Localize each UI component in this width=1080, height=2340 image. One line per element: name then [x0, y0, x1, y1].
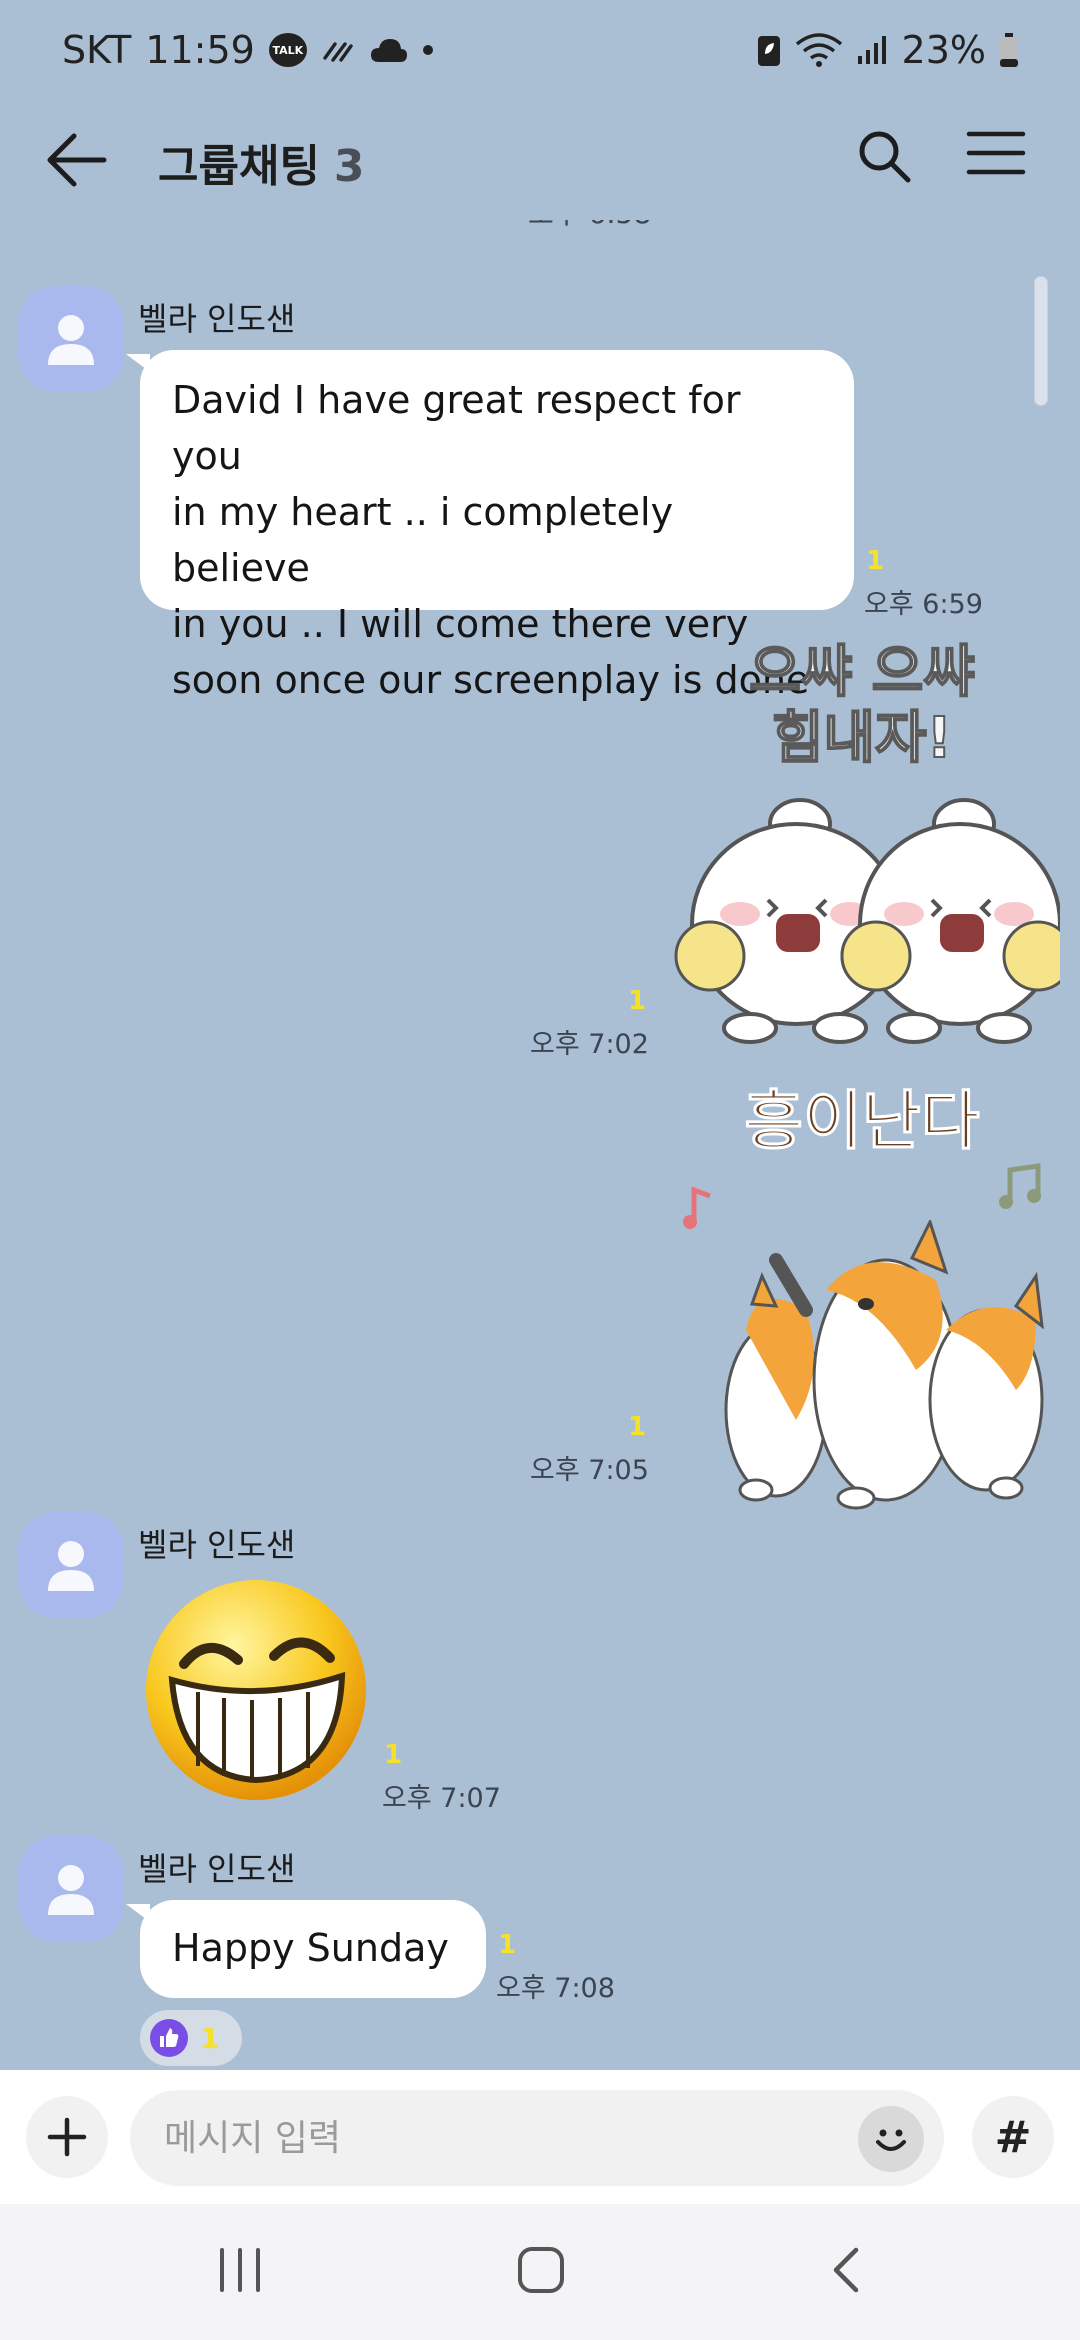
- menu-button[interactable]: [966, 128, 1026, 182]
- sender-name: 벨라 인도샌: [138, 300, 296, 338]
- clock: 11:59: [145, 28, 255, 72]
- music-note-icon: [999, 1163, 1041, 1209]
- unread-count: 1: [628, 1412, 647, 1442]
- chat-header: 그룹채팅 3: [0, 100, 1080, 220]
- message-text: Happy Sunday: [172, 1926, 449, 1970]
- hashtag-search-button[interactable]: #: [972, 2096, 1054, 2178]
- hash-label: #: [994, 2111, 1032, 2163]
- message-composer: #: [0, 2070, 1080, 2204]
- scrollbar[interactable]: [1034, 276, 1048, 406]
- grinning-face-icon: [146, 1580, 366, 1800]
- battery-saver-icon: [757, 36, 780, 66]
- home-button[interactable]: [516, 2244, 566, 2300]
- back-button[interactable]: [44, 130, 110, 190]
- talk-notification-icon: TALK: [268, 33, 307, 67]
- bunny-cheer-illustration: [674, 798, 1060, 1044]
- wifi-icon: [795, 33, 842, 67]
- chat-message-list[interactable]: 오후 6:58 벨라 인도샌 David I have great respec…: [0, 220, 1080, 2070]
- talk-badge-label: TALK: [272, 43, 304, 57]
- message-input[interactable]: [130, 2090, 944, 2186]
- reaction-count: 1: [200, 2021, 220, 2055]
- message-time: 오후 7:05: [530, 1455, 649, 1486]
- back-arrow-icon: [47, 133, 107, 187]
- dance-sticker[interactable]: 흥이난다: [676, 1070, 1076, 1510]
- recent-apps-icon: [220, 2248, 260, 2292]
- unread-count: 1: [384, 1740, 403, 1770]
- unread-count: 1: [628, 986, 647, 1016]
- cheer-sticker[interactable]: 으쌰 으쌰 힘내자!: [660, 639, 1060, 1060]
- status-right: 23%: [756, 28, 1020, 72]
- emoticon[interactable]: [142, 1576, 370, 1804]
- default-profile-icon: [48, 315, 94, 365]
- message-time: 오후 7:02: [530, 1029, 649, 1060]
- smile-icon: [876, 2129, 906, 2151]
- message-time: 오후 7:08: [496, 1973, 615, 2004]
- message-time: 오후 7:07: [382, 1783, 501, 1814]
- cloud-icon: [370, 39, 407, 62]
- sticker-caption: 흥이난다: [744, 1085, 981, 1160]
- avatar[interactable]: [18, 1836, 124, 1942]
- thumbs-up-icon: [150, 2019, 188, 2057]
- status-bar: SKT 11:59 TALK 23%: [0, 0, 1080, 100]
- corgi-dance-illustration: [724, 1220, 1044, 1510]
- chat-title: 그룹채팅 3: [158, 130, 365, 194]
- system-back-button[interactable]: [826, 2244, 866, 2300]
- back-chevron-icon: [833, 2247, 859, 2293]
- chat-room-name: 그룹채팅: [158, 141, 320, 192]
- battery-percent: 23%: [901, 28, 986, 72]
- search-icon: [859, 131, 911, 183]
- sticker-caption-line: 으쌰 으쌰: [748, 639, 976, 706]
- sticker-caption: 으쌰 으쌰 힘내자!: [712, 639, 1012, 772]
- battery-icon: [1000, 33, 1018, 67]
- recent-apps-button[interactable]: [216, 2244, 264, 2300]
- notification-dot-icon: [422, 45, 433, 55]
- hamburger-menu-icon: [966, 131, 1026, 175]
- avatar[interactable]: [18, 286, 124, 392]
- system-navigation-bar: [0, 2204, 1080, 2340]
- attach-button[interactable]: [26, 2096, 108, 2178]
- status-left: SKT 11:59 TALK: [62, 28, 433, 72]
- sender-name: 벨라 인도샌: [138, 1526, 296, 1564]
- carrier-label: SKT: [62, 28, 132, 72]
- unread-count: 1: [498, 1930, 517, 1960]
- unread-count: 1: [866, 546, 885, 576]
- emoticon-button[interactable]: [858, 2106, 924, 2172]
- sender-name: 벨라 인도샌: [138, 1850, 296, 1888]
- signal-icon: [857, 36, 886, 64]
- like-reaction[interactable]: 1: [140, 2010, 242, 2066]
- message-text-line: David I have great respect for you: [172, 378, 741, 478]
- data-sync-icon: [323, 42, 353, 62]
- sticker-caption-line: 힘내자!: [771, 705, 953, 772]
- home-icon: [518, 2247, 564, 2293]
- default-profile-icon: [48, 1865, 94, 1915]
- music-note-icon: [683, 1186, 711, 1229]
- avatar[interactable]: [18, 1512, 124, 1618]
- message-time: 오후 6:59: [864, 589, 983, 620]
- plus-icon: [47, 2117, 87, 2157]
- message-time: 오후 6:58: [528, 220, 651, 232]
- message-text-line: in my heart .. i completely believe: [172, 490, 674, 590]
- search-button[interactable]: [856, 128, 912, 188]
- message-bubble[interactable]: Happy Sunday: [126, 1900, 486, 1998]
- message-bubble[interactable]: David I have great respect for you in my…: [126, 350, 854, 702]
- default-profile-icon: [48, 1541, 94, 1591]
- member-count: 3: [333, 141, 365, 192]
